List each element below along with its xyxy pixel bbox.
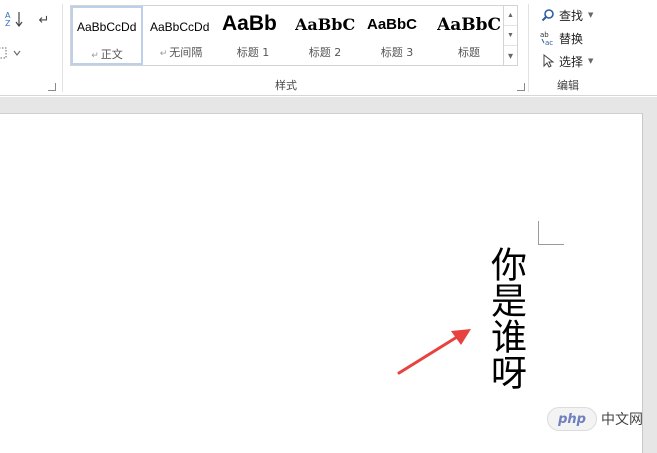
php-logo: php	[547, 407, 597, 431]
style-name: ↵ 正文	[91, 48, 123, 61]
magnifier-icon	[540, 8, 556, 22]
select-button[interactable]: 选择 ▼	[540, 51, 593, 71]
annotation-arrow-icon	[397, 329, 471, 375]
replace-button[interactable]: ab ac 替换	[540, 28, 583, 48]
style-preview: AaBbC	[437, 15, 501, 35]
ribbon: A Z ↵ AaBbCcDd ↵ 正文 AaBbCcDd ↵ 无间隔 AaBb …	[0, 0, 657, 96]
borders-button[interactable]	[0, 44, 22, 62]
style-name: 标题 1	[236, 46, 270, 59]
style-heading-3[interactable]: AaBbC 标题 3	[361, 6, 433, 65]
style-preview: AaBb	[222, 12, 277, 35]
group-separator	[528, 4, 529, 92]
styles-dialog-launcher[interactable]	[517, 83, 525, 91]
document-page[interactable]	[0, 113, 643, 453]
editing-group-label: 编辑	[557, 79, 579, 92]
triangle-down-icon: ▼	[507, 32, 514, 39]
style-name: 标题 3	[380, 46, 414, 59]
watermark-text: 中文网	[601, 412, 643, 428]
paragraph-group-fragment: A Z ↵	[0, 0, 62, 96]
style-preview: AaBbCcDd	[150, 20, 210, 34]
style-name: ↵ 无间隔	[159, 46, 203, 59]
gallery-more-button[interactable]: ▾	[504, 46, 517, 66]
chevron-down-icon: ▼	[588, 11, 594, 19]
expand-more-icon: ▾	[507, 50, 514, 62]
cursor-arrow-icon	[540, 54, 556, 68]
gallery-scroll-down-button[interactable]: ▼	[504, 26, 517, 46]
borders-icon	[0, 47, 21, 59]
style-name: 标题 2	[308, 46, 342, 59]
style-preview: AaBbCcDd	[77, 20, 137, 34]
svg-text:Z: Z	[5, 19, 11, 28]
styles-group-label: 样式	[275, 79, 297, 92]
triangle-up-icon: ▲	[507, 12, 514, 19]
style-heading-1[interactable]: AaBb 标题 1	[217, 6, 289, 65]
style-name: 标题	[458, 46, 480, 59]
margin-corner-mark	[538, 244, 564, 245]
paragraph-mark-icon: ↵	[38, 12, 50, 27]
style-normal[interactable]: AaBbCcDd ↵ 正文	[71, 6, 143, 65]
find-label: 查找	[559, 8, 584, 23]
find-button[interactable]: 查找 ▼	[540, 5, 593, 25]
styles-gallery: AaBbCcDd ↵ 正文 AaBbCcDd ↵ 无间隔 AaBb 标题 1 AaB…	[70, 5, 504, 66]
svg-text:ab: ab	[540, 31, 549, 39]
gallery-scroll-up-button[interactable]: ▲	[504, 6, 517, 26]
replace-icon: ab ac	[540, 30, 556, 46]
site-watermark: php 中文网	[547, 407, 643, 431]
style-preview: AaBbC	[295, 15, 356, 34]
paragraph-dialog-launcher[interactable]	[48, 83, 56, 91]
style-title[interactable]: AaBbC 标题	[433, 6, 503, 65]
select-label: 选择	[559, 54, 584, 69]
replace-label: 替换	[559, 31, 584, 46]
svg-text:ac: ac	[545, 39, 553, 46]
style-no-spacing[interactable]: AaBbCcDd ↵ 无间隔	[145, 6, 217, 65]
sort-button[interactable]: A Z	[2, 8, 28, 30]
show-paragraph-marks-button[interactable]: ↵	[34, 10, 54, 30]
styles-gallery-scroller: ▲ ▼ ▾	[504, 5, 518, 66]
chevron-down-icon: ▼	[588, 57, 594, 65]
sort-icon: A Z	[5, 11, 23, 28]
style-preview: AaBbC	[367, 16, 418, 33]
vertical-text-content[interactable]: 你是谁呀	[485, 246, 526, 390]
group-separator	[62, 4, 63, 92]
margin-corner-mark	[538, 221, 539, 245]
style-heading-2[interactable]: AaBbC 标题 2	[289, 6, 361, 65]
